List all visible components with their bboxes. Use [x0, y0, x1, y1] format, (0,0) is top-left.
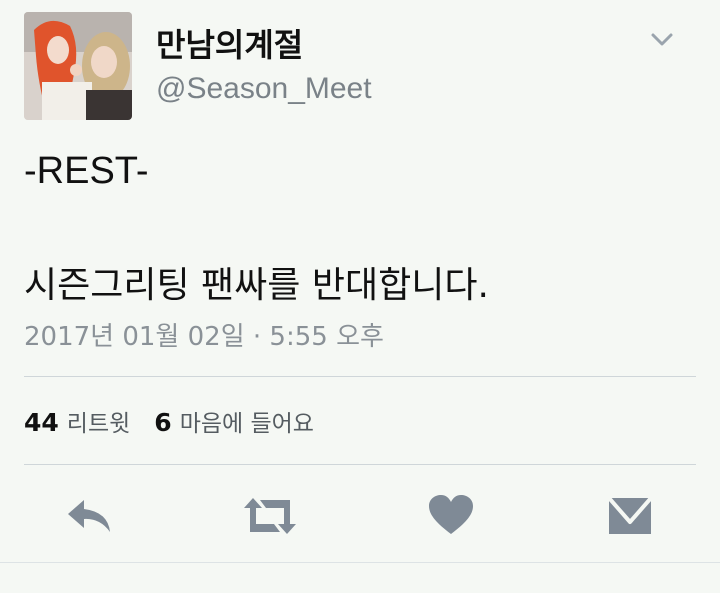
avatar[interactable]: [24, 12, 132, 120]
reply-icon: [68, 500, 110, 532]
divider: [24, 464, 696, 465]
author-display-name[interactable]: 만남의계절: [156, 20, 303, 66]
retweet-button[interactable]: [242, 494, 298, 538]
divider: [0, 562, 720, 563]
chevron-down-icon[interactable]: [648, 30, 676, 50]
like-count[interactable]: 6: [154, 408, 171, 437]
like-button[interactable]: [427, 494, 475, 538]
tweet-stats: 44 리트윗 6 마음에 들어요: [24, 404, 338, 438]
like-label[interactable]: 마음에 들어요: [180, 404, 314, 438]
tweet-detail: 만남의계절 @Season_Meet -REST- 시즌그리팅 팬싸를 반대합니…: [0, 0, 720, 593]
heart-icon: [429, 495, 473, 534]
retweet-count[interactable]: 44: [24, 408, 59, 437]
retweet-icon: [244, 498, 296, 534]
reply-button[interactable]: [66, 494, 114, 538]
tweet-timestamp: 2017년 01월 02일 · 5:55 오후: [24, 322, 384, 352]
envelope-icon: [607, 496, 653, 534]
retweet-label[interactable]: 리트윗: [67, 404, 130, 438]
author-handle[interactable]: @Season_Meet: [156, 72, 372, 106]
divider: [24, 376, 696, 377]
tweet-text-line-2: 시즌그리팅 팬싸를 반대합니다.: [24, 265, 489, 306]
tweet-text-line-1: -REST-: [24, 150, 149, 192]
direct-message-button[interactable]: [606, 494, 654, 538]
